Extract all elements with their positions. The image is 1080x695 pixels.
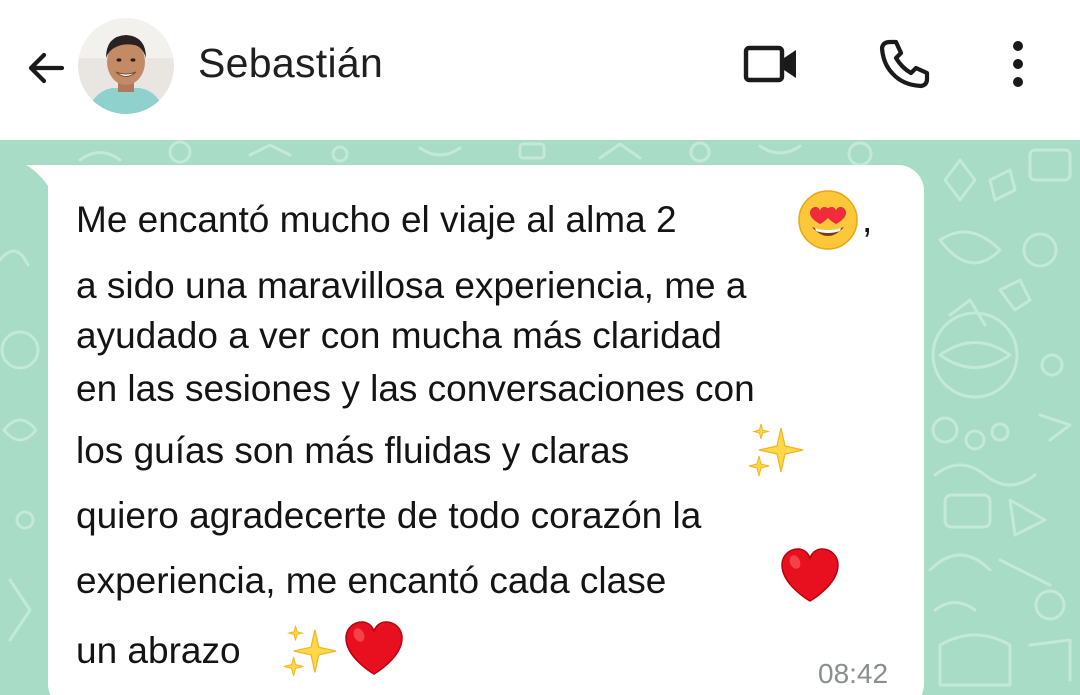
contact-avatar bbox=[78, 18, 174, 114]
heart-eyes-emoji bbox=[798, 190, 858, 250]
message-line: los guías son más fluidas y claras bbox=[76, 430, 630, 471]
arrow-left-icon bbox=[28, 52, 65, 84]
chat-area: Me encantó mucho el viaje al alma 2 , a … bbox=[0, 140, 1080, 695]
more-vert-icon bbox=[1013, 41, 1023, 87]
bubble-tail bbox=[26, 165, 50, 189]
message-comma: , bbox=[862, 199, 873, 240]
phone-icon bbox=[879, 39, 930, 89]
message-line: un abrazo bbox=[76, 630, 241, 671]
message-line: experiencia, me encantó cada clase bbox=[76, 560, 667, 601]
message-line: Me encantó mucho el viaje al alma 2 bbox=[76, 199, 677, 240]
message-line: quiero agradecerte de todo corazón la bbox=[76, 495, 702, 536]
sparkles-emoji bbox=[748, 423, 804, 477]
video-camera-icon bbox=[743, 45, 796, 83]
chat-header: Sebastián bbox=[0, 0, 1080, 140]
video-call-button[interactable] bbox=[730, 32, 814, 96]
message-line: ayudado a ver con mucha más claridad bbox=[76, 315, 722, 356]
red-heart-emoji bbox=[345, 621, 403, 675]
red-heart-emoji bbox=[781, 548, 839, 602]
message-line: a sido una maravillosa experiencia, me a bbox=[76, 265, 747, 306]
avatar[interactable] bbox=[78, 18, 174, 114]
message-timestamp: 08:42 bbox=[818, 658, 889, 689]
chat-screen: Sebastián Me encantó mucho el viaje al a… bbox=[0, 0, 1080, 695]
back-button[interactable] bbox=[14, 36, 78, 100]
voice-call-button[interactable] bbox=[862, 30, 946, 98]
sparkles-emoji bbox=[283, 625, 337, 677]
message-line: en las sesiones y las conversaciones con bbox=[76, 368, 755, 409]
more-options-button[interactable] bbox=[990, 30, 1046, 98]
contact-name[interactable]: Sebastián bbox=[198, 40, 383, 87]
